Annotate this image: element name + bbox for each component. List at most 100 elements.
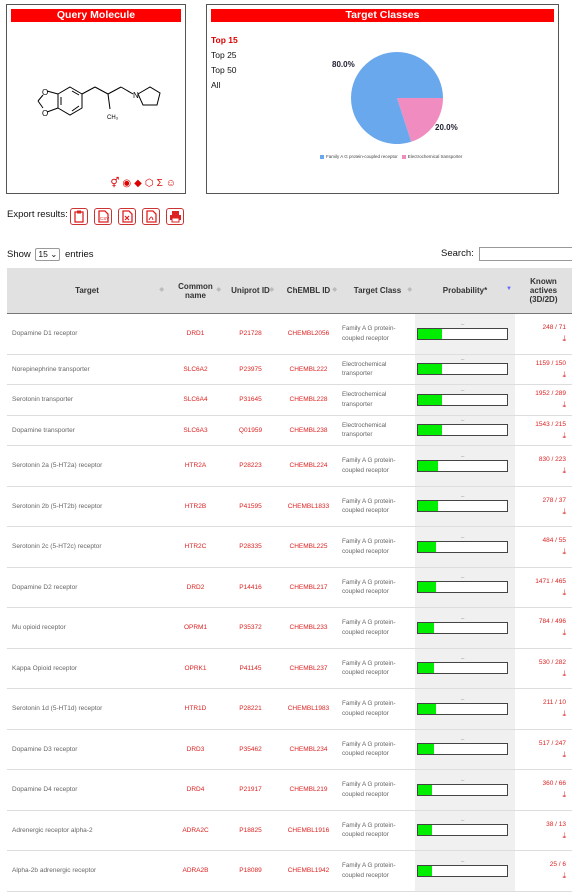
chembl-link[interactable]: CHEMBL2056	[277, 313, 340, 355]
known-actives-link[interactable]: 830 / 223	[539, 456, 566, 463]
smiley-icon[interactable]: ☺	[166, 178, 177, 189]
col-target-class[interactable]: Target Class ◆	[340, 268, 415, 314]
csv-button[interactable]: CSV	[94, 208, 112, 225]
chembl-link[interactable]: CHEMBL1916	[277, 810, 340, 851]
pill-icon[interactable]: ◆	[134, 178, 143, 189]
uniprot-link[interactable]: P41595	[224, 486, 277, 527]
print-button[interactable]	[166, 208, 184, 225]
uniprot-link[interactable]: P18825	[224, 810, 277, 851]
known-actives-link[interactable]: 248 / 71	[543, 324, 567, 331]
known-actives-link[interactable]: 38 / 13	[546, 821, 566, 828]
uniprot-link[interactable]: P18089	[224, 850, 277, 892]
common-name-link[interactable]: HTR2C	[167, 526, 224, 568]
download-icon[interactable]: ⤓	[562, 507, 566, 516]
uniprot-link[interactable]: P21917	[224, 769, 277, 811]
uniprot-link[interactable]: P23975	[224, 354, 277, 385]
common-name-link[interactable]: DRD3	[167, 729, 224, 770]
chembl-link[interactable]: CHEMBL234	[277, 729, 340, 770]
chembl-link[interactable]: CHEMBL1942	[277, 850, 340, 892]
svg-text:N: N	[133, 91, 139, 100]
common-name-link[interactable]: HTR2B	[167, 486, 224, 527]
download-icon[interactable]: ⤓	[562, 669, 566, 678]
common-name-link[interactable]: ADRA2C	[167, 810, 224, 851]
chembl-link[interactable]: CHEMBL225	[277, 526, 340, 568]
col-probability[interactable]: Probability* ▼	[415, 268, 515, 314]
known-actives-link[interactable]: 484 / 55	[543, 537, 567, 544]
chembl-link[interactable]: CHEMBL224	[277, 445, 340, 487]
download-icon[interactable]: ⤓	[562, 709, 566, 718]
uniprot-link[interactable]: P35372	[224, 607, 277, 649]
chembl-link[interactable]: CHEMBL238	[277, 415, 340, 446]
download-icon[interactable]: ⤓	[562, 466, 566, 475]
known-actives-link[interactable]: 517 / 247	[539, 740, 566, 747]
uniprot-link[interactable]: P14416	[224, 567, 277, 608]
excel-button[interactable]	[118, 208, 136, 225]
uniprot-link[interactable]: Q01959	[224, 415, 277, 446]
download-icon[interactable]: ⤓	[562, 871, 566, 880]
chembl-link[interactable]: CHEMBL219	[277, 769, 340, 811]
download-icon[interactable]: ⤓	[562, 790, 566, 799]
target-icon[interactable]: ◉	[122, 178, 132, 189]
common-name-link[interactable]: OPRM1	[167, 607, 224, 649]
chembl-link[interactable]: CHEMBL1983	[277, 688, 340, 730]
download-icon[interactable]: ⤓	[562, 431, 566, 440]
sigma-icon[interactable]: Σ	[157, 178, 164, 189]
download-icon[interactable]: ⤓	[562, 547, 566, 556]
chembl-link[interactable]: CHEMBL233	[277, 607, 340, 649]
known-actives-link[interactable]: 360 / 66	[543, 780, 567, 787]
uniprot-link[interactable]: P35462	[224, 729, 277, 770]
chembl-link[interactable]: CHEMBL222	[277, 354, 340, 385]
search-input[interactable]	[479, 247, 572, 261]
known-actives-link[interactable]: 530 / 282	[539, 659, 566, 666]
probability-fill	[418, 825, 433, 836]
known-actives-link[interactable]: 25 / 6	[550, 861, 566, 868]
target-class: Family A G protein-coupled receptor	[340, 648, 415, 689]
col-chembl[interactable]: ChEMBL ID ◆	[277, 268, 340, 314]
uniprot-link[interactable]: P31645	[224, 384, 277, 416]
uniprot-link[interactable]: P41145	[224, 648, 277, 689]
download-icon[interactable]: ⤓	[562, 628, 566, 637]
hexagon-icon[interactable]: ⬡	[145, 178, 155, 189]
pdf-button[interactable]	[142, 208, 160, 225]
common-name-link[interactable]: SLC6A2	[167, 354, 224, 385]
col-uniprot[interactable]: Uniprot ID ◆	[224, 268, 277, 314]
common-name-link[interactable]: OPRK1	[167, 648, 224, 689]
uniprot-link[interactable]: P28335	[224, 526, 277, 568]
known-actives-link[interactable]: 278 / 37	[543, 497, 567, 504]
chembl-link[interactable]: CHEMBL217	[277, 567, 340, 608]
common-name-link[interactable]: SLC6A3	[167, 415, 224, 446]
copy-button[interactable]	[70, 208, 88, 225]
chembl-link[interactable]: CHEMBL237	[277, 648, 340, 689]
known-actives-link[interactable]: 784 / 496	[539, 618, 566, 625]
common-name-link[interactable]: DRD1	[167, 313, 224, 355]
common-name-link[interactable]: HTR2A	[167, 445, 224, 487]
download-icon[interactable]: ⤓	[562, 400, 566, 409]
common-name-link[interactable]: ADRA2B	[167, 850, 224, 892]
download-icon[interactable]: ⤓	[562, 750, 566, 759]
col-common-label: Common name	[178, 281, 213, 300]
chembl-link[interactable]: CHEMBL228	[277, 384, 340, 416]
col-known-actives[interactable]: Known actives (3D/2D)	[515, 268, 572, 314]
uniprot-link[interactable]: P28221	[224, 688, 277, 730]
known-actives-link[interactable]: 1159 / 150	[536, 360, 566, 367]
known-actives-link[interactable]: 1952 / 289	[535, 390, 566, 397]
known-actives-link[interactable]: 211 / 10	[543, 699, 566, 706]
download-icon[interactable]: ⤓	[562, 334, 566, 343]
gender-icon[interactable]: ⚥	[110, 178, 120, 189]
download-icon[interactable]: ⤓	[562, 370, 566, 379]
common-name-link[interactable]: DRD4	[167, 769, 224, 811]
chembl-link[interactable]: CHEMBL1833	[277, 486, 340, 527]
known-actives-link[interactable]: 1543 / 215	[535, 421, 566, 428]
common-name-link[interactable]: SLC6A4	[167, 384, 224, 416]
download-icon[interactable]: ⤓	[562, 831, 566, 840]
uniprot-link[interactable]: P28223	[224, 445, 277, 487]
entries-select[interactable]: 15 ⌄	[35, 248, 61, 261]
download-icon[interactable]: ⤓	[562, 588, 566, 597]
uniprot-link[interactable]: P21728	[224, 313, 277, 355]
col-common-name[interactable]: Common name ◆	[167, 268, 224, 314]
col-target[interactable]: Target ◆	[7, 268, 167, 314]
common-name-link[interactable]: HTR1D	[167, 688, 224, 730]
known-actives-link[interactable]: 1471 / 465	[535, 578, 566, 585]
common-name-link[interactable]: DRD2	[167, 567, 224, 608]
target-name: Dopamine transporter	[7, 415, 167, 446]
